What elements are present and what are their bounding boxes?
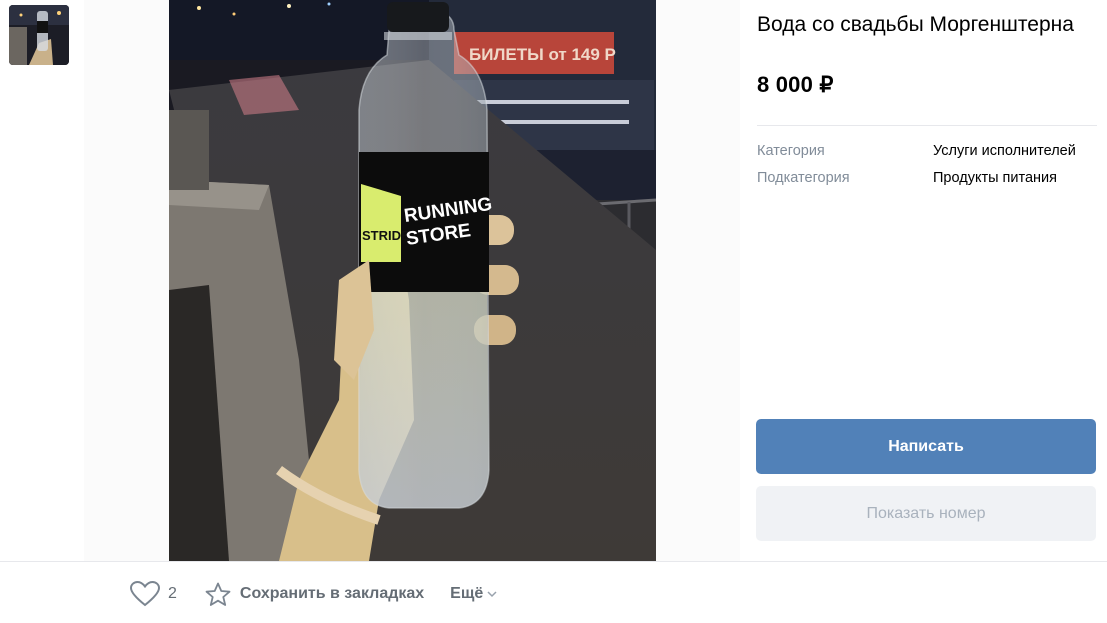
bottle-label-stride: STRIDE <box>362 228 410 243</box>
more-label: Ещё <box>450 585 484 602</box>
like-count: 2 <box>168 585 177 602</box>
product-price: 8 000 ₽ <box>757 72 834 97</box>
like-button[interactable]: 2 <box>130 581 177 607</box>
star-icon <box>205 582 231 606</box>
thumbnail-image <box>9 5 69 65</box>
property-row-subcategory: Подкатегория Продукты питания <box>757 164 1102 191</box>
property-key: Категория <box>757 142 825 159</box>
background-sign: БИЛЕТЫ от 149 Р <box>469 45 616 64</box>
save-bookmark-label: Сохранить в закладках <box>239 585 425 602</box>
product-photo[interactable]: БИЛЕТЫ от 149 Р STRIDE RUNNING STORE <box>169 0 656 561</box>
product-photo-image: БИЛЕТЫ от 149 Р STRIDE RUNNING STORE <box>169 0 656 561</box>
chevron-down-icon <box>487 591 497 598</box>
info-separator <box>757 125 1097 126</box>
show-number-button[interactable]: Показать номер <box>756 486 1096 541</box>
product-thumbnail[interactable] <box>9 5 69 65</box>
write-message-button[interactable]: Написать <box>756 419 1096 474</box>
product-title: Вода со свадьбы Моргенштерна <box>757 13 1074 36</box>
property-value[interactable]: Продукты питания <box>933 170 1057 186</box>
action-bar: 2 Сохранить в закладках Ещё <box>130 578 497 610</box>
more-menu-button[interactable]: Ещё <box>450 585 497 603</box>
property-row-category: Категория Услуги исполнителей <box>757 137 1102 164</box>
property-value[interactable]: Услуги исполнителей <box>933 143 1076 159</box>
save-bookmark-button[interactable]: Сохранить в закладках <box>205 582 424 607</box>
property-key: Подкатегория <box>757 169 850 186</box>
action-bar-divider <box>0 561 1107 562</box>
product-properties: Категория Услуги исполнителей Подкатегор… <box>757 137 1102 191</box>
heart-icon <box>130 581 160 607</box>
